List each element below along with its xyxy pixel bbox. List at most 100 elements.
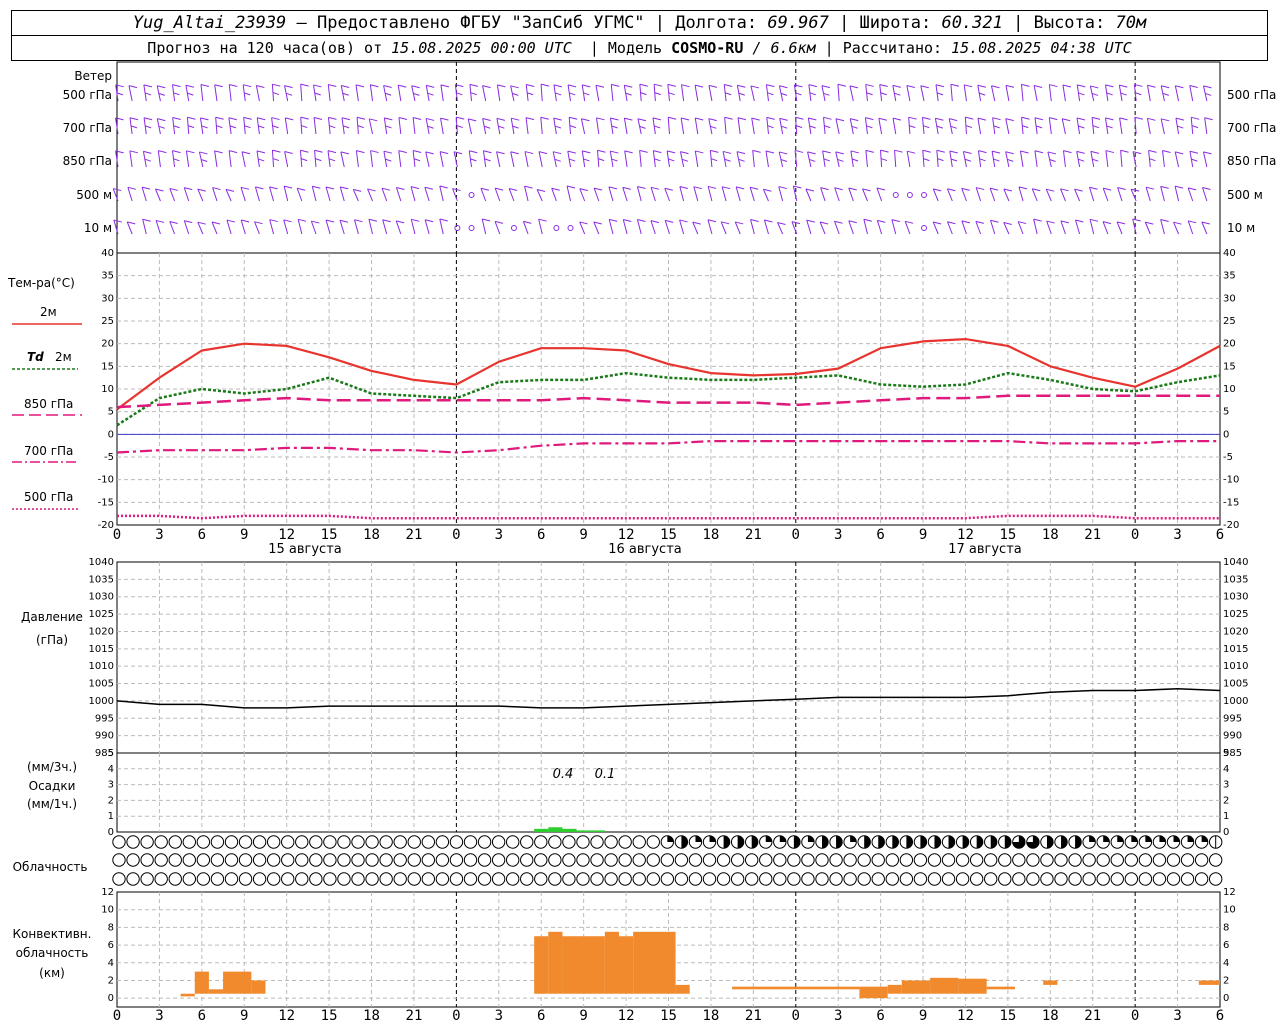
cloud-symbol: [562, 835, 576, 849]
wind-barb: [904, 220, 914, 235]
wind-barb-flag: [272, 125, 279, 129]
wind-barb-flag: [610, 117, 619, 121]
convective-bar: [930, 977, 959, 994]
wind-barb: [975, 187, 985, 202]
wind-barb-shaft: [1033, 85, 1038, 102]
wind-barb-flag: [1106, 92, 1113, 96]
wind-barb: [228, 84, 238, 102]
precip-tick-label: 2: [108, 795, 114, 806]
cloud-symbol-mark: [807, 835, 815, 842]
precip-bar: [590, 830, 605, 832]
wind-barb: [215, 116, 224, 135]
wind-barb-flag: [668, 158, 675, 162]
wind-barb-flag: [851, 158, 859, 162]
wind-barb: [876, 219, 886, 235]
wind-barb-flag: [877, 219, 886, 223]
wind-barb: [1034, 150, 1044, 168]
precip-tick-label-right: 5: [1223, 748, 1229, 759]
wind-barb-shaft: [906, 151, 911, 168]
wind-barb: [1033, 85, 1043, 102]
wind-barb-flag: [992, 117, 1001, 121]
cloud-symbol-ring: [252, 853, 267, 867]
wind-barb-flag: [1091, 116, 1101, 120]
wind-barb-flag: [1120, 149, 1129, 153]
x-tick-label: 15: [321, 527, 338, 543]
wind-barb: [1148, 149, 1157, 168]
cloud-symbol: [379, 853, 393, 867]
wind-barb-flag: [569, 116, 578, 120]
wind-barb-flag: [470, 92, 477, 96]
wind-barb-flag: [835, 118, 845, 122]
wind-barb: [581, 150, 591, 168]
temp-tick-label: -5: [104, 452, 114, 463]
temp-tick-label-right: -5: [1223, 452, 1233, 463]
wind-barb-shaft: [848, 187, 854, 202]
cloud-symbol: [1096, 853, 1110, 867]
cloud-symbol-ring: [745, 872, 759, 886]
wind-barb: [707, 219, 717, 235]
wind-barb-flag: [1092, 125, 1100, 129]
wind-barb-flag: [878, 117, 887, 121]
wind-barb-flag: [821, 85, 831, 89]
cloud-symbol-ring: [252, 872, 267, 886]
wind-barb-flag: [229, 125, 237, 129]
meteogram: Ветер 500 гПа 700 гПа 850 гПа 500 м 10 м…: [7, 61, 1276, 1024]
wind-barb-flag: [639, 125, 646, 129]
wind-barb: [652, 117, 662, 135]
wind-barb-flag: [1117, 187, 1126, 190]
cloud-symbol: [955, 853, 970, 867]
cloud-symbol-ring: [660, 853, 675, 867]
wind-barb-shaft: [200, 84, 204, 102]
wind-barb-flag: [382, 219, 391, 223]
cloud-symbol-ring: [941, 853, 956, 867]
wind-barb-flag: [654, 83, 663, 87]
wind-barb-shaft: [1102, 187, 1109, 202]
wind-barb-shaft: [425, 151, 430, 168]
temp-tick-label: 10: [101, 384, 114, 395]
wind-barb-shaft: [750, 219, 755, 235]
cloud-symbol-ring: [716, 853, 731, 867]
wind-barb: [636, 219, 646, 235]
cloud-symbol-ring: [604, 835, 618, 849]
wind-barb-flag: [1203, 151, 1212, 155]
wind-barb-shaft: [440, 118, 444, 135]
wind-barb: [325, 219, 335, 235]
wind-barb-shaft: [228, 84, 232, 102]
wind-barb-flag: [184, 187, 193, 191]
convective-bar: [194, 971, 209, 994]
wind-barb: [482, 117, 491, 135]
wind-barb-flag: [1132, 151, 1142, 155]
cloud-symbol: [759, 872, 773, 886]
cloud-symbol: [998, 872, 1012, 886]
wind-barb-flag: [383, 150, 393, 154]
wind-barb-flag: [624, 84, 633, 88]
wind-barb-flag: [325, 219, 335, 223]
wind-barb: [254, 186, 264, 202]
legend-label-td-2m: 2м: [55, 350, 72, 364]
cloud-symbol: [660, 872, 675, 886]
wind-barb-shaft: [412, 117, 416, 135]
cloud-symbol-mark: [1117, 835, 1124, 842]
cloud-symbol: [660, 835, 675, 849]
wind-barb: [848, 220, 857, 235]
wind-barb-flag: [708, 118, 717, 122]
wind-barb-flag: [1007, 158, 1014, 162]
wind-barb: [1005, 118, 1014, 135]
cloud-symbol: [688, 853, 703, 867]
wind-barb-flag: [1203, 85, 1212, 89]
wind-barb: [694, 117, 704, 135]
wind-barb-shaft: [255, 85, 260, 102]
wind-barb-shaft: [1189, 85, 1194, 102]
wind-barb: [129, 117, 139, 135]
cloud-symbol: [843, 853, 857, 867]
wind-barb-flag: [283, 219, 292, 223]
cloud-symbol-mark: [723, 835, 730, 849]
wind-barb-shaft: [990, 85, 996, 102]
cloud-symbol: [534, 835, 548, 849]
wind-barb: [1075, 219, 1084, 235]
cloud-symbol-mark: [695, 835, 702, 842]
wind-barb-flag: [173, 92, 180, 96]
wind-barb-shaft: [595, 117, 600, 135]
wind-barb: [664, 187, 673, 202]
wind-barb: [723, 83, 733, 102]
